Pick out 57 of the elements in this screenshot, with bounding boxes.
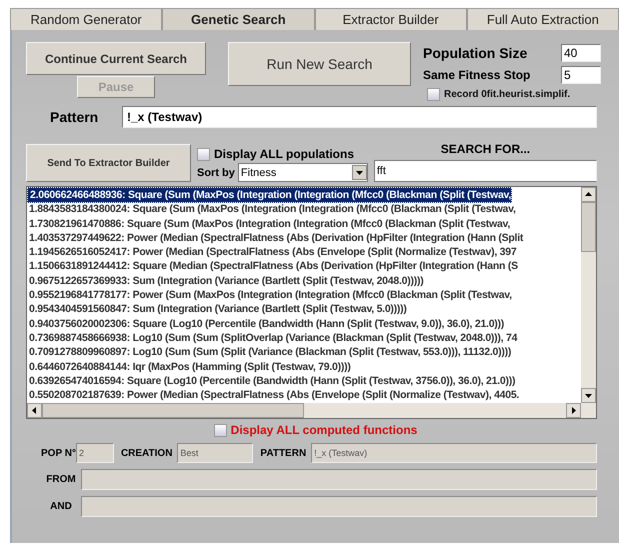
result-item[interactable]: 0.9543404591560847: Sum (Integration (Variance (Bartlett (Split (Testwav, 5.0)))))	[27, 302, 407, 317]
pattern-info-label: PATTERN	[260, 448, 306, 458]
result-item[interactable]: 1.8843583184380024: Square (Sum (MaxPos (Integration (Integration (Mfcc0 (Blackman (Split (Testwav,	[27, 202, 516, 217]
continue-search-button[interactable]: Continue Current Search	[26, 42, 206, 75]
pattern-label: Pattern	[49, 109, 100, 125]
caret-icon	[352, 165, 367, 180]
same-fitness-stop-field[interactable]: 5	[561, 66, 601, 84]
checkbox[interactable]	[197, 148, 210, 160]
run-search-button[interactable]: Run New Search	[228, 42, 411, 86]
tab[interactable]: Random Generator	[10, 8, 162, 30]
result-item[interactable]: 0.639265474016594: Square (Log10 (Percentile (Bandwidth (Hann (Split (Testwav, 3756.0)), 36.0), 21.0)))	[27, 374, 516, 388]
horizontal-scrollbar[interactable]	[27, 403, 596, 418]
send-to-extractor-button[interactable]: Send To Extractor Builder	[26, 144, 191, 182]
tab[interactable]: Genetic Search	[162, 8, 314, 30]
and-label: AND	[49, 501, 73, 512]
display-populations-label: Display ALL populations	[214, 147, 354, 161]
result-item[interactable]: 0.9552196841778177: Power (Sum (MaxPos (Integration (Integration (Mfcc0 (Blackman (Split (Testwav,	[27, 288, 512, 302]
population-size-label: Population Size	[423, 45, 528, 61]
scroll-down-icon[interactable]	[581, 388, 596, 403]
result-item[interactable]: 1.1945626516052417: Power (Median (SpectralFlatness (Abs (Envelope (Split (Normalize (Testwav), 397	[27, 245, 516, 260]
scroll-up-icon[interactable]	[581, 187, 596, 202]
checkbox[interactable]	[427, 88, 440, 100]
result-item[interactable]: 2.060662466488936: Square (Sum (MaxPos (Integration (Integration (Mfcc0 (Blackman (Split (Testwav,	[27, 187, 512, 204]
pop-number-label: POP N°	[41, 448, 76, 458]
result-item[interactable]: 0.7091278809960897: Log10 (Sum (Sum (Split (Variance (Blackman (Split (Testwav, 553.0))), 11132.0))))	[27, 345, 512, 360]
sort-by-label: Sort by	[197, 166, 235, 178]
result-item[interactable]: 1.403537297449622: Power (Median (SpectralFlatness (Abs (Derivation (HpFilter (Integration (Hann (Split	[27, 230, 524, 246]
result-item[interactable]: 0.9675122657369933: Sum (Integration (Variance (Bartlett (Split (Testwav, 2048.0)))))	[27, 274, 424, 288]
result-item[interactable]: 0.7369887458666938: Log10 (Sum (Sum (SplitOverlap (Variance (Blackman (Split (Testwav, 2048.0))), 74	[27, 330, 518, 346]
result-item[interactable]: 1.730821961470886: Square (Sum (MaxPos (Integration (Integration (Mfcc0 (Blackman (Split (Testwav,	[27, 216, 510, 231]
sort-dropdown[interactable]: Fitness	[238, 163, 368, 182]
creation-label: CREATION	[120, 448, 172, 458]
pattern-field[interactable]: !_x (Testwav)	[122, 106, 597, 128]
pop-number-field[interactable]: 2	[76, 443, 114, 463]
creation-field[interactable]: Best	[177, 443, 254, 463]
vertical-scrollbar[interactable]	[581, 187, 596, 403]
search-for-label: SEARCH FOR...	[440, 142, 532, 156]
from-field[interactable]	[81, 469, 597, 490]
and-field[interactable]	[81, 496, 597, 517]
from-label: FROM	[45, 474, 77, 485]
record-option-label: Record 0fit.heurist.simplif.	[444, 88, 570, 100]
result-item[interactable]: 0.9403756020002306: Square (Log10 (Percentile (Bandwidth (Hann (Split (Testwav, 9.0)), 36.0), 21.0)))	[27, 316, 504, 331]
result-item[interactable]: 1.1506631891244412: Square (Median (SpectralFlatness (Abs (Derivation (HpFilter (Integration (Hann (S	[27, 259, 518, 274]
scroll-right-icon[interactable]	[566, 403, 581, 418]
scroll-left-icon[interactable]	[27, 403, 42, 418]
display-computed-label: Display ALL computed functions	[230, 423, 418, 437]
scrollbar-thumb[interactable]	[581, 202, 596, 252]
pattern-info-field[interactable]: !_x (Testwav)	[311, 443, 597, 463]
same-fitness-stop-label: Same Fitness Stop	[423, 68, 532, 82]
result-item[interactable]: 0.550208702187639: Power (Median (SpectralFlatness (Abs (Envelope (Split (Normalize (Testwav), 4405.	[27, 388, 520, 402]
population-size-field[interactable]: 40	[561, 44, 601, 62]
tab[interactable]: Full Auto Extraction	[466, 8, 619, 30]
checkbox[interactable]	[214, 424, 227, 436]
result-item[interactable]: 0.6446072640884144: Iqr (MaxPos (Hamming (Split (Testwav, 79.0))))	[27, 360, 351, 374]
scrollbar-thumb[interactable]	[42, 403, 304, 418]
search-field[interactable]: fft	[374, 160, 597, 182]
tab[interactable]: Extractor Builder	[314, 8, 467, 30]
